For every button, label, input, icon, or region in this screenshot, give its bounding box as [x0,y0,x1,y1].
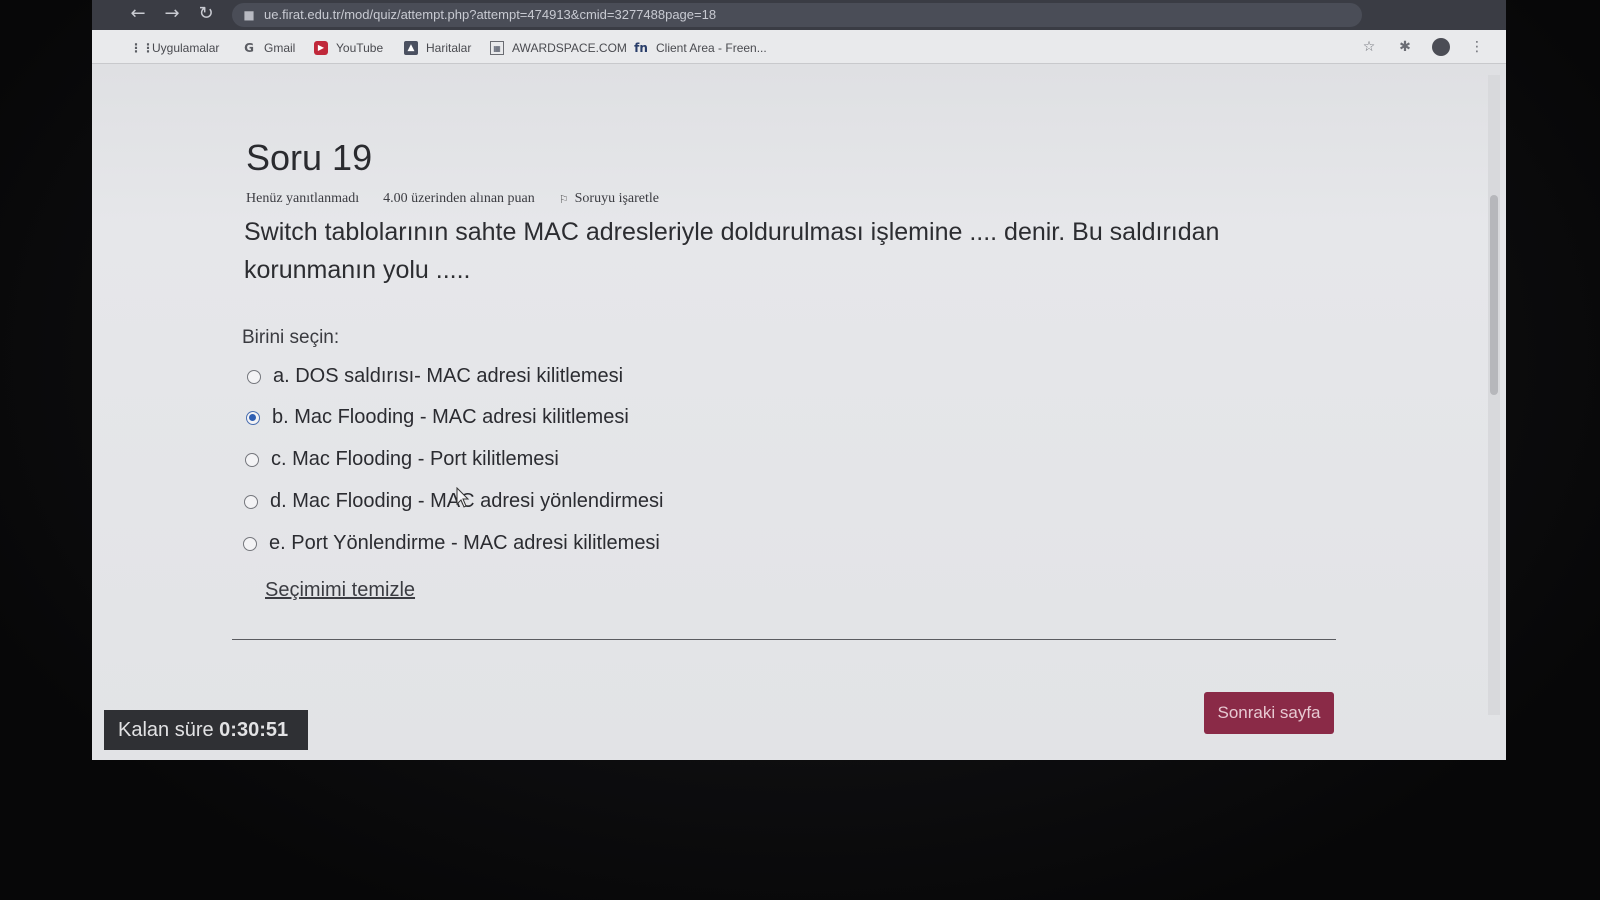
quiz-page: Soru 19 Henüz yanıtlanmadı 4.00 üzerinde… [92,65,1506,760]
bookmark-gmail[interactable]: G Gmail [242,39,295,57]
address-bar[interactable]: ■ ue.firat.edu.tr/mod/quiz/attempt.php?a… [232,3,1362,27]
bookmark-label: AWARDSPACE.COM [512,41,627,55]
answer-option-label: c. Mac Flooding - Port kilitlemesi [271,448,559,470]
flag-icon: ⚐ [558,192,569,206]
youtube-icon: ▶ [314,41,328,55]
question-points: 4.00 üzerinden alınan puan [383,191,535,206]
answer-option-label: a. DOS saldırısı- MAC adresi kilitlemesi [273,365,624,387]
answer-option-e[interactable]: e. Port Yönlendirme - MAC adresi kilitle… [243,532,660,555]
url-text[interactable]: ue.firat.edu.tr/mod/quiz/attempt.php?att… [264,7,716,22]
forward-icon[interactable]: → [160,2,184,26]
radio-button[interactable] [244,494,258,509]
monitor-frame: ← → ↻ ■ ue.firat.edu.tr/mod/quiz/attempt… [0,0,1600,900]
mouse-cursor-icon [456,487,470,508]
answer-option-label: e. Port Yönlendirme - MAC adresi kilitle… [269,532,660,554]
next-page-button[interactable]: Sonraki sayfa [1204,692,1334,734]
answer-option-d[interactable]: d. Mac Flooding - MAC adresi yönlendirme… [244,490,664,513]
radio-button[interactable] [247,369,261,384]
back-icon[interactable]: ← [126,2,150,26]
google-icon: G [244,41,254,55]
question-meta: Henüz yanıtlanmadı 4.00 üzerinden alınan… [246,191,659,207]
answer-option-c[interactable]: c. Mac Flooding - Port kilitlemesi [245,448,559,471]
bookmark-awardspace[interactable]: ▦ AWARDSPACE.COM [490,39,627,57]
question-text: Switch tablolarının sahte MAC adresleriy… [244,218,1220,284]
question-status: Henüz yanıtlanmadı [246,191,360,206]
awardspace-icon: ▦ [490,41,504,55]
bookmark-label: Uygulamalar [152,41,220,55]
apps-grid-icon: ⋮⋮ [130,41,154,55]
page-scrollbar[interactable] [1488,75,1500,715]
answer-option-b[interactable]: b. Mac Flooding - MAC adresi kilitlemesi [246,406,629,429]
extension-icon[interactable]: ✱ [1396,38,1414,56]
radio-button-selected[interactable] [246,410,260,425]
scrollbar-thumb[interactable] [1490,195,1498,395]
toolbar-right-icons: ☆ ✱ ⋮ [1360,38,1486,56]
browser-window: ← → ↻ ■ ue.firat.edu.tr/mod/quiz/attempt… [92,0,1506,760]
question-title: Soru 19 [246,137,373,178]
timer-value: 0:30:51 [219,719,289,741]
flag-question-link[interactable]: ⚐ Soruyu işaretle [559,191,659,207]
menu-kebab-icon[interactable]: ⋮ [1468,38,1486,56]
bookmark-label: Gmail [264,41,296,55]
clear-selection-link[interactable]: Seçimimi temizle [265,579,415,602]
bookmark-freenom[interactable]: fn Client Area - Freen... [634,39,767,57]
bookmark-apps[interactable]: ⋮⋮ Uygulamalar [130,39,219,57]
profile-avatar-icon[interactable] [1432,38,1450,56]
star-icon[interactable]: ☆ [1360,38,1378,56]
lock-icon: ■ [243,8,255,22]
browser-toolbar: ← → ↻ ■ ue.firat.edu.tr/mod/quiz/attempt… [92,0,1506,30]
timer-label: Kalan süre [118,719,220,741]
answer-option-a[interactable]: a. DOS saldırısı- MAC adresi kilitlemesi [247,365,623,388]
radio-button[interactable] [245,452,259,467]
bookmark-label: YouTube [336,41,384,55]
bookmark-label: Haritalar [426,41,472,55]
reload-icon[interactable]: ↻ [194,2,218,26]
maps-icon: ▲ [404,41,418,55]
time-remaining: Kalan süre 0:30:51 [104,710,308,750]
answer-option-label: b. Mac Flooding - MAC adresi kilitlemesi [272,406,629,428]
freenom-icon: fn [634,41,648,55]
bookmark-label: Client Area - Freen... [656,41,767,55]
answer-prompt: Birini seçin: [242,327,340,348]
section-divider [232,639,1336,640]
bookmark-maps[interactable]: ▲ Haritalar [404,39,471,57]
flag-question-label: Soruyu işaretle [574,191,660,206]
bookmark-youtube[interactable]: ▶ YouTube [314,39,383,57]
radio-button[interactable] [243,536,257,551]
bookmarks-bar: ⋮⋮ Uygulamalar G Gmail ▶ YouTube ▲ Harit… [92,30,1506,64]
